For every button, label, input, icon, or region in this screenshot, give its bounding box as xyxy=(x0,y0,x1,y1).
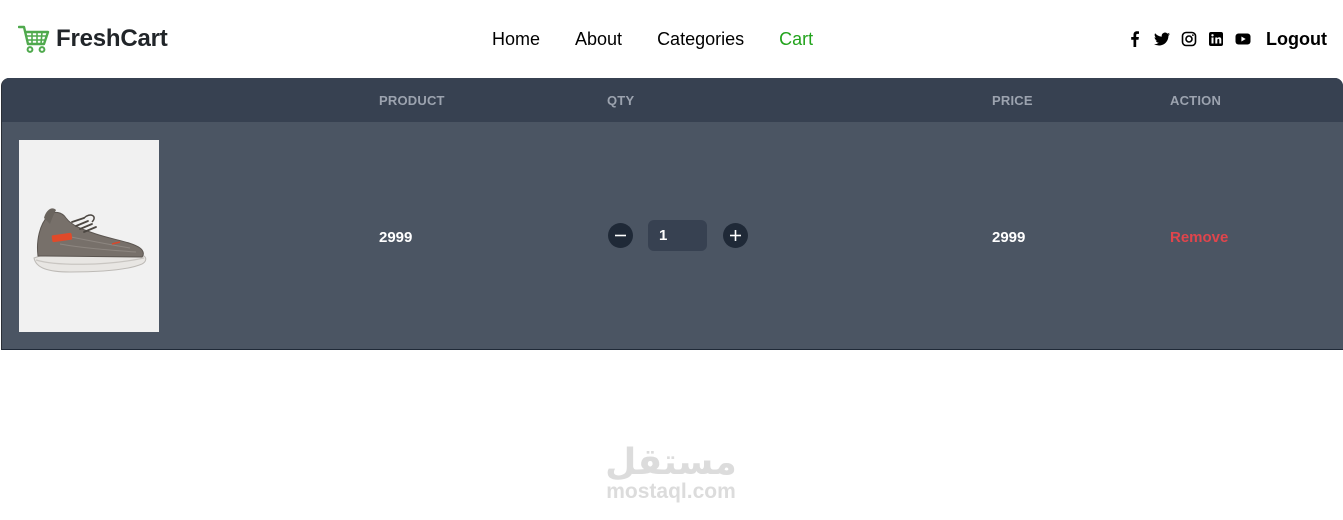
shoe-image xyxy=(19,140,159,332)
product-name: 2999 xyxy=(379,229,413,246)
remove-button[interactable]: Remove xyxy=(1170,229,1228,246)
minus-icon xyxy=(615,234,626,237)
increase-quantity-button[interactable] xyxy=(723,223,748,248)
watermark-latin: mostaql.com xyxy=(606,480,736,503)
instagram-icon[interactable] xyxy=(1181,31,1197,47)
product-price: 2999 xyxy=(992,229,1026,246)
nav-right: Logout xyxy=(1127,28,1327,50)
youtube-icon[interactable] xyxy=(1235,31,1251,47)
nav-links: Home About Categories Cart xyxy=(492,28,848,50)
quantity-input[interactable] xyxy=(648,220,707,251)
table-row: 2999 2999 Remove xyxy=(2,122,1343,350)
header-qty: QTY xyxy=(607,93,635,108)
navbar: FreshCart Home About Categories Cart Log… xyxy=(0,0,1343,78)
cart-table: PRODUCT QTY PRICE ACTION 2999 1 2999 Rem… xyxy=(1,78,1343,350)
header-price: PRICE xyxy=(992,93,1033,108)
header-product: PRODUCT xyxy=(379,93,445,108)
logout-link[interactable]: Logout xyxy=(1266,28,1327,50)
brand-logo-link[interactable]: FreshCart xyxy=(18,24,168,54)
shoe-illustration xyxy=(33,208,147,273)
watermark: مستقل mostaql.com xyxy=(601,443,741,503)
plus-icon xyxy=(730,230,741,241)
nav-link-categories[interactable]: Categories xyxy=(657,28,744,50)
nav-link-cart[interactable]: Cart xyxy=(779,28,813,50)
watermark-arabic: مستقل xyxy=(605,442,737,483)
facebook-icon[interactable] xyxy=(1127,31,1143,47)
brand-name: FreshCart xyxy=(56,25,168,52)
header-action: ACTION xyxy=(1170,93,1222,108)
table-header: PRODUCT QTY PRICE ACTION xyxy=(2,78,1343,122)
linkedin-icon[interactable] xyxy=(1208,31,1224,47)
cart-icon xyxy=(18,25,50,53)
nav-link-about[interactable]: About xyxy=(575,28,622,50)
twitter-icon[interactable] xyxy=(1154,31,1171,47)
decrease-quantity-button[interactable] xyxy=(608,223,633,248)
nav-link-home[interactable]: Home xyxy=(492,28,540,50)
